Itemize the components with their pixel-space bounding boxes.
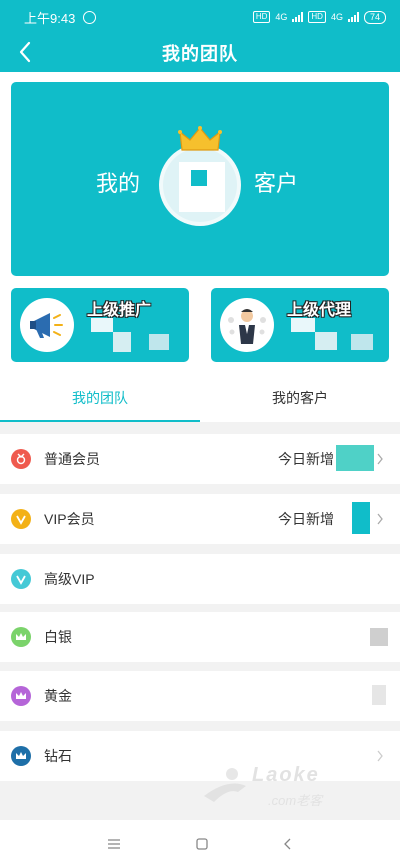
member-row-label: 钻石	[44, 748, 72, 764]
blurred-name	[91, 318, 113, 332]
avatar[interactable]	[159, 144, 241, 226]
blurred-count	[372, 685, 386, 705]
crown-icon	[11, 746, 31, 766]
back-arrow-icon[interactable]	[14, 40, 38, 64]
card-label-agent: 上级代理	[287, 302, 352, 319]
watermark-subtext: .com老客	[268, 793, 323, 808]
blurred-count	[370, 628, 388, 646]
page-title: 我的团队	[162, 44, 238, 64]
watermark-text: Laoke	[252, 764, 320, 786]
blurred-name-3	[351, 334, 373, 350]
signal-icon-2	[347, 12, 359, 22]
status-bar: 上午9:43 HD 4G HD 4G 74	[0, 0, 400, 34]
crown-icon	[11, 627, 31, 647]
battery-icon: 74	[363, 10, 386, 24]
agent-figure-icon	[220, 298, 274, 352]
member-row-label: VIP会员	[44, 511, 95, 527]
hero-right-text: 客户	[254, 171, 299, 196]
blurred-name-3	[149, 334, 169, 350]
member-row-vip[interactable]: VIP会员 今日新增	[0, 494, 400, 544]
today-new-label: 今日新增	[278, 451, 334, 467]
chevron-right-icon	[377, 750, 383, 762]
network-label-2: 4G	[330, 12, 343, 22]
blurred-name-2	[315, 332, 337, 350]
member-row-silver[interactable]: 白银	[0, 612, 400, 662]
hero-left-text: 我的	[96, 171, 141, 196]
blurred-count	[336, 445, 374, 471]
tab-my-team[interactable]: 我的团队	[0, 374, 200, 422]
today-new-label: 今日新增	[278, 511, 334, 527]
upline-agent-card[interactable]: 上级代理	[211, 288, 389, 362]
upline-promoter-card[interactable]: 上级推广	[11, 288, 189, 362]
network-label: 4G	[275, 12, 288, 22]
crown-icon	[11, 686, 31, 706]
member-row-label: 黄金	[44, 688, 72, 704]
menu-icon[interactable]	[107, 838, 121, 850]
member-row-label: 普通会员	[44, 451, 100, 467]
crown-icon	[178, 126, 222, 151]
alarm-icon	[83, 10, 97, 24]
chevron-right-icon	[377, 513, 383, 525]
megaphone-icon	[20, 298, 74, 352]
medal-icon	[11, 449, 31, 469]
blurred-name	[291, 318, 315, 332]
tab-bar: 我的团队 我的客户	[0, 374, 400, 422]
blurred-name-2	[113, 332, 131, 352]
member-row-label: 高级VIP	[44, 571, 95, 587]
tab-my-customers[interactable]: 我的客户	[200, 374, 400, 422]
member-row-senior-vip[interactable]: 高级VIP	[0, 554, 400, 604]
hero-banner: 我的 客户	[11, 82, 389, 276]
vip-v-icon	[11, 569, 31, 589]
blurred-count	[352, 502, 370, 534]
back-icon[interactable]	[283, 838, 293, 850]
card-label-promoter: 上级推广	[87, 302, 152, 319]
hd-icon-2: HD	[308, 11, 326, 23]
nav-bar: 我的团队	[0, 34, 400, 72]
status-time: 上午9:43	[24, 10, 76, 26]
chevron-right-icon	[377, 453, 383, 465]
member-row-regular[interactable]: 普通会员 今日新增	[0, 434, 400, 484]
member-row-gold[interactable]: 黄金	[0, 671, 400, 721]
app-header: 上午9:43 HD 4G HD 4G 74 我的团队	[0, 0, 400, 72]
signal-icon	[292, 12, 304, 22]
home-icon[interactable]	[196, 837, 208, 850]
member-row-label: 白银	[44, 629, 72, 645]
hd-icon: HD	[252, 11, 271, 23]
system-nav-bar	[0, 820, 400, 867]
vip-v-icon	[11, 509, 31, 529]
